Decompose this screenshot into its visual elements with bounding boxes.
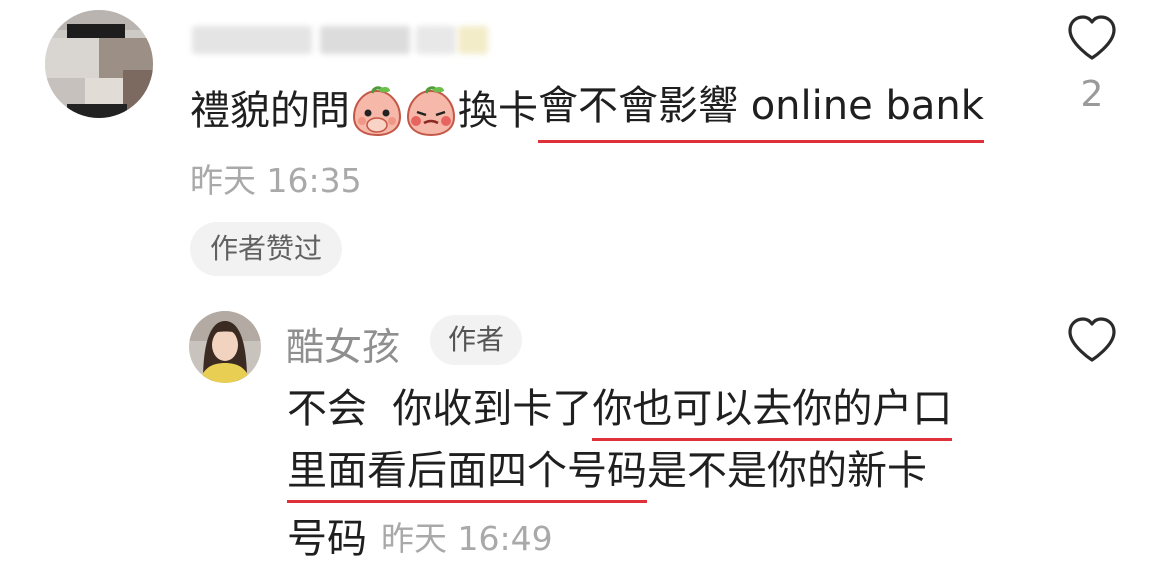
author-name[interactable]: 酷女孩 (286, 316, 400, 371)
reply-line1-underlined: 你也可以去你的户口 (592, 386, 953, 441)
reply-line1-plain: 不会 你收到卡了 (287, 386, 593, 432)
reply-timestamp: 昨天 16:49 (381, 519, 553, 558)
reply-text-line-3: 号码 昨天 16:49 (287, 512, 553, 566)
comment-text-underlined: 會不會影響 online bank (538, 78, 984, 143)
author-avatar[interactable] (189, 311, 261, 383)
reply-line2-plain: 是不是你的新卡 (647, 448, 927, 494)
heart-outline-icon[interactable] (1066, 14, 1118, 62)
comment-timestamp: 昨天 16:35 (190, 161, 362, 200)
peach-embarrassed-emoji (406, 85, 456, 136)
commenter-avatar[interactable] (45, 10, 153, 118)
reply-text-line-1: 不会 你收到卡了你也可以去你的户口 (287, 382, 953, 441)
comment-text-after-emoji: 換卡 (458, 87, 538, 134)
reply-text-line-2: 里面看后面四个号码是不是你的新卡 (287, 444, 927, 503)
reply-line3-plain: 号码 (287, 516, 367, 562)
comment-text: 禮貌的問 換卡 會不會影響 online bank (190, 78, 984, 143)
comment-like-count: 2 (1080, 74, 1104, 115)
reply-line2-underlined: 里面看后面四个号码 (287, 448, 647, 503)
author-avatar-image (189, 311, 261, 383)
commenter-username-blurred[interactable] (192, 20, 502, 60)
liked-by-author-badge: 作者赞过 (190, 222, 343, 276)
peach-covering-mouth-emoji (352, 85, 402, 136)
author-badge: 作者 (430, 315, 523, 365)
heart-outline-icon[interactable] (1066, 316, 1118, 364)
comment-text-prefix: 禮貌的問 (190, 87, 350, 134)
